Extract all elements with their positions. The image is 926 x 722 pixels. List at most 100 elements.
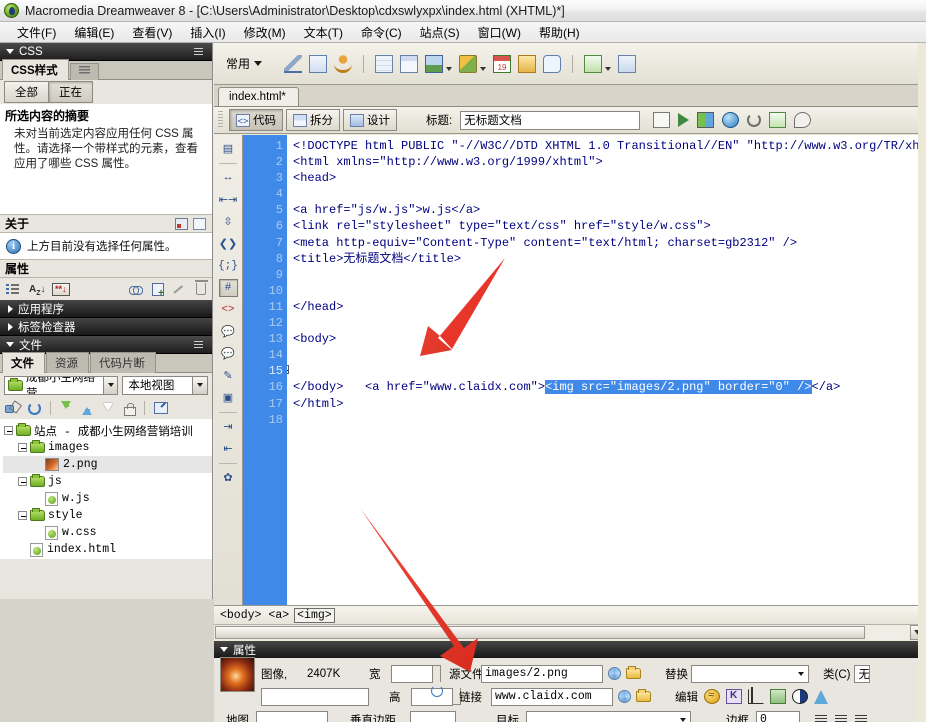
panel-tag-inspector[interactable]: 标签检查器 [0, 318, 212, 336]
tree-expander-icon[interactable] [18, 477, 27, 486]
menu-view[interactable]: 查看(V) [123, 22, 181, 43]
site-select[interactable]: 成都小生网络营 [4, 375, 119, 395]
browse-folder-icon[interactable] [626, 666, 641, 679]
tag-chooser-icon[interactable] [618, 54, 637, 73]
scrollbar-thumb[interactable] [215, 626, 865, 639]
menu-commands[interactable]: 命令(C) [352, 22, 411, 43]
src-input[interactable]: images/2.png [481, 664, 603, 683]
tag-selector-img[interactable]: <img> [294, 607, 335, 623]
expand-collapse-icon[interactable] [154, 402, 168, 414]
preview-debug-icon[interactable] [678, 113, 690, 127]
email-link-icon[interactable] [309, 54, 328, 73]
table-objects-icon[interactable] [400, 54, 419, 73]
view-select[interactable]: 本地视图 [122, 375, 208, 395]
class-select[interactable]: 无 [854, 664, 871, 683]
table-icon[interactable] [375, 54, 394, 73]
file-management-icon[interactable] [697, 112, 715, 128]
collapse-outside-selection-icon[interactable]: ⇤⇥ [219, 191, 238, 209]
check-out-icon[interactable] [102, 401, 114, 415]
list-item[interactable]: w.css [3, 524, 212, 541]
tree-expander-icon[interactable] [18, 443, 27, 452]
width-input[interactable] [391, 664, 433, 683]
menu-text[interactable]: 文本(T) [295, 22, 352, 43]
templates-icon[interactable] [584, 54, 603, 73]
tree-expander-icon[interactable] [18, 511, 27, 520]
refresh-icon[interactable] [28, 401, 41, 415]
sharpen-icon[interactable] [814, 689, 828, 704]
chevron-down-icon[interactable] [480, 66, 487, 71]
anchor-icon[interactable] [334, 54, 353, 73]
tab-files[interactable]: 文件 [2, 352, 45, 373]
outdent-code-icon[interactable]: ⇤ [219, 440, 238, 458]
category-view-icon[interactable] [6, 283, 20, 296]
tree-expander-icon[interactable] [4, 426, 13, 435]
tab-css-styles[interactable]: CSS样式 [2, 59, 69, 80]
menu-site[interactable]: 站点(S) [411, 22, 469, 43]
chevron-down-icon[interactable] [254, 61, 263, 66]
toolbar-grip[interactable] [218, 111, 223, 129]
expand-all-icon[interactable]: ⇳ [219, 213, 238, 231]
list-item[interactable]: index.html [3, 541, 212, 558]
sort-alphabetical-icon[interactable]: AZ↓ [29, 283, 46, 297]
horizontal-scrollbar[interactable] [214, 624, 926, 640]
show-set-properties-icon[interactable]: **↓ [52, 282, 70, 296]
menu-insert[interactable]: 插入(I) [181, 22, 234, 43]
browse-folder-icon[interactable] [636, 689, 651, 702]
tab-assets[interactable]: 资源 [46, 352, 89, 373]
panel-application[interactable]: 应用程序 [0, 300, 212, 318]
alt-select[interactable] [691, 664, 809, 683]
attach-stylesheet-icon[interactable] [129, 285, 143, 295]
chevron-down-icon[interactable] [605, 66, 612, 71]
recent-snippets-icon[interactable]: ▣ [219, 389, 238, 407]
refresh-design-icon[interactable] [747, 113, 762, 127]
new-css-rule-icon[interactable] [152, 282, 164, 298]
link-input[interactable]: www.claidx.com [491, 687, 613, 706]
format-source-code-icon[interactable]: ✿ [219, 469, 238, 487]
optimize-icon[interactable] [726, 689, 742, 704]
show-cascade-icon[interactable] [175, 217, 188, 230]
view-split-button[interactable]: 拆分 [286, 109, 340, 131]
code-text-area[interactable]: <!DOCTYPE html PUBLIC "-//W3C//DTD XHTML… [287, 135, 926, 605]
edit-style-icon[interactable] [173, 283, 187, 296]
images-icon[interactable] [425, 54, 444, 73]
crop-icon[interactable] [748, 689, 764, 704]
menu-help[interactable]: 帮助(H) [530, 22, 589, 43]
menu-file[interactable]: 文件(F) [8, 22, 65, 43]
list-item[interactable]: 2.png [3, 456, 212, 473]
hyperlink-icon[interactable] [284, 54, 303, 73]
wrap-tag-icon[interactable]: ✎ [219, 367, 238, 385]
apply-comment-icon[interactable]: 💬 [219, 323, 238, 341]
document-title-input[interactable]: 无标题文档 [460, 110, 641, 130]
comment-icon[interactable] [543, 54, 562, 73]
list-item[interactable]: style [3, 507, 212, 524]
highlight-invalid-code-icon[interactable]: <> [219, 301, 238, 319]
check-in-icon[interactable] [123, 402, 136, 416]
chevron-down-icon[interactable] [446, 66, 453, 71]
list-item[interactable]: 站点 - 成都小生网络营销培训 [3, 422, 212, 439]
insert-bar-category[interactable]: 常用 [226, 55, 250, 72]
media-icon[interactable] [459, 54, 478, 73]
no-browser-check-icon[interactable] [653, 112, 671, 128]
reset-size-icon[interactable] [431, 684, 443, 697]
brightness-contrast-icon[interactable] [792, 689, 808, 704]
vspace-input[interactable] [410, 710, 456, 722]
show-information-icon[interactable] [193, 217, 206, 230]
fireworks-edit-icon[interactable] [704, 689, 720, 704]
css-mode-all-button[interactable]: 全部 [4, 81, 49, 103]
point-to-file-icon[interactable] [618, 690, 631, 703]
validate-markup-icon[interactable] [769, 112, 787, 128]
menu-window[interactable]: 窗口(W) [469, 22, 530, 43]
open-documents-icon[interactable]: ▤ [219, 140, 238, 158]
map-input[interactable] [256, 710, 328, 722]
select-parent-tag-icon[interactable]: ❮❯ [219, 235, 238, 253]
connect-to-remote-icon[interactable] [5, 402, 19, 415]
panel-options-menu-icon[interactable] [194, 47, 206, 57]
balance-braces-icon[interactable]: {;} [218, 257, 238, 275]
files-tree[interactable]: 站点 - 成都小生网络营销培训 images 2.png js w.js sty… [0, 419, 212, 559]
tag-selector-a[interactable]: <a> [266, 609, 291, 622]
menu-modify[interactable]: 修改(M) [235, 22, 295, 43]
document-tab-index-html[interactable]: index.html* [218, 87, 299, 106]
tab-css-secondary[interactable] [69, 63, 99, 80]
visual-aids-icon[interactable] [794, 112, 812, 128]
menu-edit[interactable]: 编辑(E) [65, 22, 123, 43]
